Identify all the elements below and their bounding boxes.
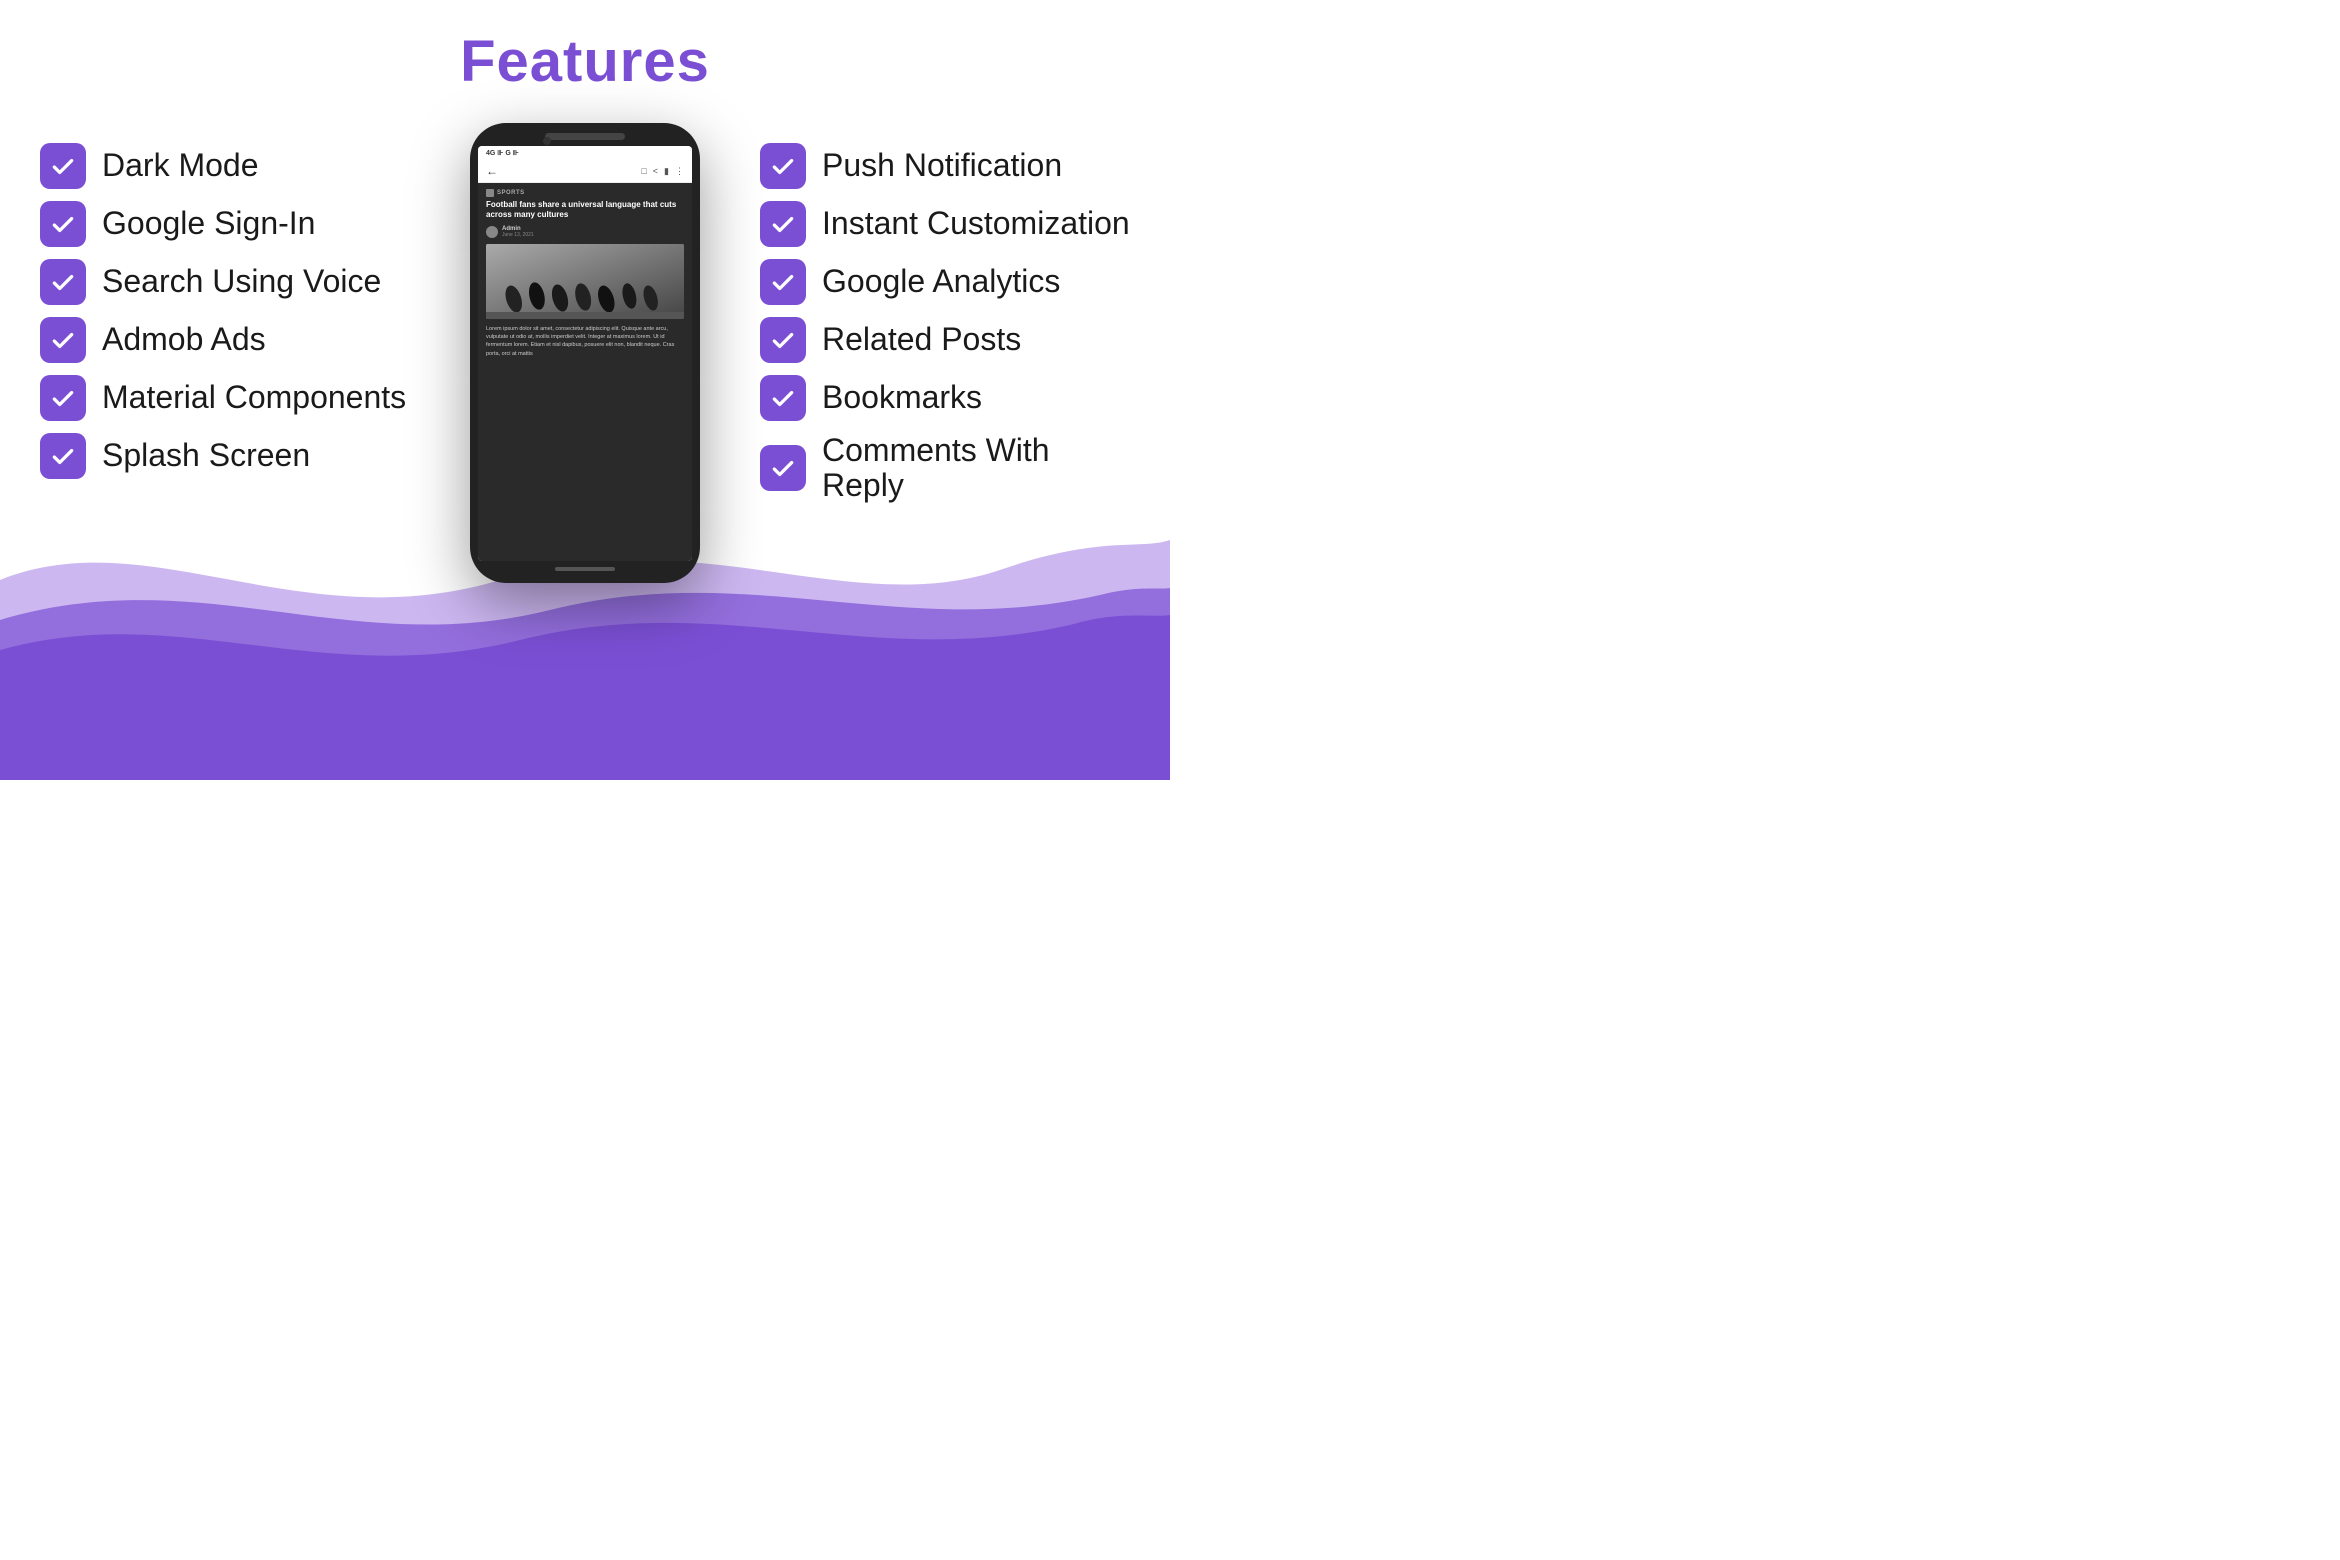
phone-speaker [545, 133, 625, 140]
content-wrapper: Features Dark Mode Google Sign-In [0, 0, 1170, 780]
feature-label-google-analytics: Google Analytics [822, 264, 1060, 299]
status-bar: 4G ⊪ G ⊪ [478, 146, 692, 160]
check-icon-dark-mode [40, 143, 86, 189]
check-icon-bookmarks [760, 375, 806, 421]
feature-item-instant-customization: Instant Customization [760, 201, 1130, 247]
author-avatar [486, 226, 498, 238]
feature-item-admob-ads: Admob Ads [40, 317, 410, 363]
check-icon-splash-screen [40, 433, 86, 479]
screen-category: SPORTS [486, 189, 684, 197]
check-icon-instant-customization [760, 201, 806, 247]
back-button[interactable]: ← [486, 164, 498, 178]
screen-toolbar: ← □ < ▮ ⋮ [478, 160, 692, 183]
features-left: Dark Mode Google Sign-In Search Using Vo… [40, 113, 410, 479]
feature-item-comments-reply: Comments With Reply [760, 433, 1130, 503]
feature-label-google-signin: Google Sign-In [102, 206, 315, 241]
home-indicator [555, 567, 615, 571]
feature-label-bookmarks: Bookmarks [822, 380, 982, 415]
category-icon [486, 189, 494, 197]
feature-label-search-voice: Search Using Voice [102, 264, 381, 299]
check-icon-search-voice [40, 259, 86, 305]
more-icon[interactable]: ⋮ [675, 166, 684, 177]
feature-item-push-notification: Push Notification [760, 143, 1130, 189]
toolbar-icons: □ < ▮ ⋮ [641, 166, 684, 177]
phone-mockup: 4G ⊪ G ⊪ ← □ < ▮ ⋮ [470, 123, 700, 583]
screen-headline: Football fans share a universal language… [486, 200, 684, 221]
author-info: Admin June 13, 2021 [502, 226, 534, 238]
share-icon[interactable]: < [653, 166, 658, 177]
check-icon-google-analytics [760, 259, 806, 305]
check-icon-admob-ads [40, 317, 86, 363]
phone-center: 4G ⊪ G ⊪ ← □ < ▮ ⋮ [410, 113, 760, 583]
feature-item-dark-mode: Dark Mode [40, 143, 410, 189]
feature-item-google-signin: Google Sign-In [40, 201, 410, 247]
comment-icon[interactable]: □ [641, 166, 646, 177]
phone-camera [543, 137, 551, 145]
feature-label-instant-customization: Instant Customization [822, 206, 1130, 241]
check-icon-push-notification [760, 143, 806, 189]
feature-label-related-posts: Related Posts [822, 322, 1021, 357]
screen-author: Admin June 13, 2021 [486, 226, 684, 238]
feature-label-comments-reply: Comments With Reply [822, 433, 1130, 503]
feature-label-admob-ads: Admob Ads [102, 322, 266, 357]
check-icon-related-posts [760, 317, 806, 363]
feature-item-related-posts: Related Posts [760, 317, 1130, 363]
feature-item-search-voice: Search Using Voice [40, 259, 410, 305]
feature-item-bookmarks: Bookmarks [760, 375, 1130, 421]
feature-label-splash-screen: Splash Screen [102, 438, 310, 473]
features-right: Push Notification Instant Customization … [760, 113, 1130, 503]
check-icon-material-components [40, 375, 86, 421]
feature-item-splash-screen: Splash Screen [40, 433, 410, 479]
feature-item-google-analytics: Google Analytics [760, 259, 1130, 305]
feature-item-material-components: Material Components [40, 375, 410, 421]
phone-screen: 4G ⊪ G ⊪ ← □ < ▮ ⋮ [478, 146, 692, 561]
feature-label-material-components: Material Components [102, 380, 406, 415]
bookmark-icon[interactable]: ▮ [664, 166, 669, 177]
main-layout: Dark Mode Google Sign-In Search Using Vo… [0, 95, 1170, 775]
feature-label-dark-mode: Dark Mode [102, 148, 259, 183]
check-icon-comments-reply [760, 445, 806, 491]
screen-article-image [486, 244, 684, 319]
check-icon-google-signin [40, 201, 86, 247]
screen-body-text: Lorem ipsum dolor sit amet, consectetur … [486, 325, 684, 358]
page-title: Features [0, 0, 1170, 95]
feature-label-push-notification: Push Notification [822, 148, 1062, 183]
screen-content: SPORTS Football fans share a universal l… [478, 183, 692, 561]
